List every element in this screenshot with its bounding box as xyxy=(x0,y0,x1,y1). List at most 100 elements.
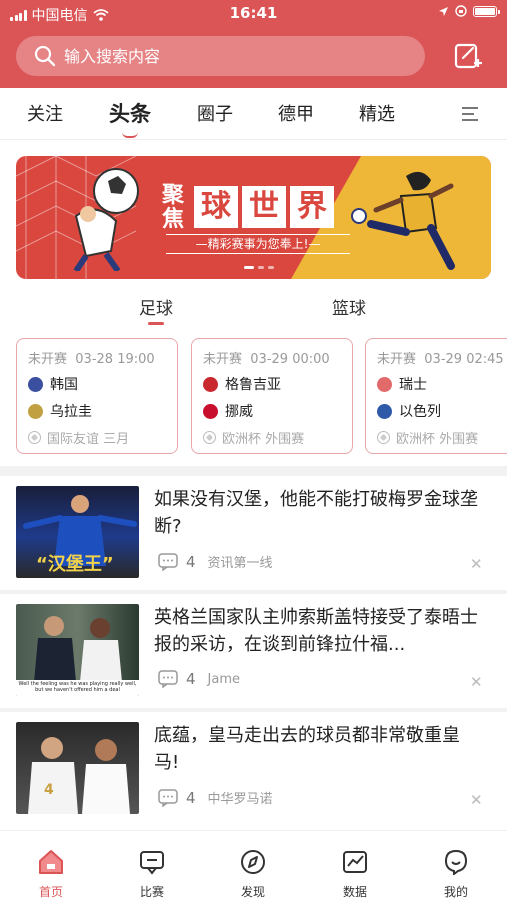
match-carousel[interactable]: 未开赛 03-28 19:00 韩国 乌拉圭 国际友谊 三月 未开赛 03-29… xyxy=(16,338,507,456)
active-tab-indicator xyxy=(148,322,164,325)
search-bar[interactable] xyxy=(16,36,425,76)
tabbar-label: 比赛 xyxy=(139,885,164,899)
news-headline: 如果没有汉堡，他能不能打破梅罗金球垄断? xyxy=(154,489,478,537)
category-tabs: 关注 头条 圈子 德甲 精选 xyxy=(0,88,507,140)
promo-banner[interactable]: 聚焦 球 世 界 —精彩赛事为您奉上!— xyxy=(16,156,491,279)
dismiss-icon[interactable]: ✕ xyxy=(470,673,483,691)
banner-title-char: 世 xyxy=(242,186,286,228)
football-icon xyxy=(203,431,216,444)
banner-pager xyxy=(244,266,274,269)
news-source: 资讯第一线 xyxy=(207,556,273,571)
profile-icon xyxy=(444,849,468,876)
match-time: 未开赛 03-28 19:00 xyxy=(28,352,155,367)
tab-label: 德甲 xyxy=(278,104,314,125)
tabbar-label: 首页 xyxy=(38,885,63,899)
tabbar-home[interactable]: 首页 xyxy=(21,849,81,900)
tabbar-match[interactable]: 比赛 xyxy=(122,849,182,900)
tab-featured[interactable]: 精选 xyxy=(359,100,395,126)
match-time: 未开赛 03-29 02:45 xyxy=(377,352,504,367)
banner-title-char: 界 xyxy=(290,186,334,228)
player-photo: “汉堡王” xyxy=(23,495,137,575)
banner-title: 球 世 界 xyxy=(194,186,334,228)
status-bar: 中国电信 16:41 xyxy=(0,0,507,28)
team-logo-icon xyxy=(28,403,43,419)
tabbar-label: 发现 xyxy=(240,885,265,899)
thumb-caption: Well the feeling was he was playing real… xyxy=(18,681,137,693)
news-headline: 底蕴，皇马走出去的球员都非常敬重皇马! xyxy=(154,725,460,773)
news-thumbnail: “汉堡王” xyxy=(16,486,139,578)
rotation-lock-icon xyxy=(455,5,467,17)
tab-basketball[interactable]: 篮球 xyxy=(332,294,366,319)
match-card[interactable]: 未开赛 03-29 00:00 格鲁吉亚 挪威 欧洲杯 外围赛 xyxy=(191,338,353,454)
team-logo-icon xyxy=(28,376,43,392)
away-team: 以色列 xyxy=(377,401,441,421)
news-thumbnail: 4 xyxy=(16,722,139,814)
status-time: 16:41 xyxy=(229,4,278,22)
news-meta: 4 中华罗马诺 xyxy=(158,788,273,807)
away-team: 乌拉圭 xyxy=(28,401,92,421)
match-time: 未开赛 03-29 00:00 xyxy=(203,352,330,367)
menu-icon[interactable] xyxy=(461,105,481,123)
news-source: Jame xyxy=(207,671,241,687)
banner-title-char: 球 xyxy=(194,186,238,228)
tab-bundesliga[interactable]: 德甲 xyxy=(278,100,314,126)
comment-count: 4 xyxy=(186,670,196,688)
comment-count: 4 xyxy=(186,788,196,807)
edit-post-icon[interactable] xyxy=(452,40,484,72)
team-logo-icon xyxy=(203,376,218,392)
news-thumbnail: Well the feeling was he was playing real… xyxy=(16,604,139,696)
tabbar-discover[interactable]: 发现 xyxy=(223,849,283,900)
tab-headlines[interactable]: 头条 xyxy=(109,98,151,138)
app-header: 中国电信 16:41 xyxy=(0,0,507,88)
bottom-tab-bar: 首页 比赛 发现 数据 我的 xyxy=(0,830,507,900)
svg-text:4: 4 xyxy=(44,782,54,798)
striker-illustration xyxy=(351,171,455,270)
tabbar-data[interactable]: 数据 xyxy=(325,849,385,900)
battery-icon xyxy=(473,5,500,17)
tab-follow[interactable]: 关注 xyxy=(27,100,63,126)
search-input[interactable] xyxy=(64,46,384,66)
tab-label: 圈子 xyxy=(197,104,233,125)
match-league: 欧洲杯 外围赛 xyxy=(377,428,478,447)
section-divider xyxy=(0,466,507,476)
tab-circle[interactable]: 圈子 xyxy=(197,100,233,126)
comment-icon xyxy=(158,788,178,807)
tab-label: 精选 xyxy=(359,104,395,125)
match-league: 欧洲杯 外围赛 xyxy=(203,428,304,447)
tabbar-label: 我的 xyxy=(443,885,468,899)
tab-label: 关注 xyxy=(27,104,63,125)
team-logo-icon xyxy=(203,403,218,419)
news-source: 中华罗马诺 xyxy=(207,792,273,807)
sport-tabs: 足球 篮球 xyxy=(0,290,507,330)
dismiss-icon[interactable]: ✕ xyxy=(470,555,483,573)
news-headline: 英格兰国家队主帅索斯盖特接受了泰晤士报的采访，在谈到前锋拉什福... xyxy=(154,607,478,655)
tab-football[interactable]: 足球 xyxy=(139,294,173,325)
home-icon xyxy=(39,850,63,874)
search-icon xyxy=(34,45,56,67)
news-item[interactable]: 4 底蕴，皇马走出去的球员都非常敬重皇马! 4 中华罗马诺 ✕ xyxy=(0,712,507,830)
team-logo-icon xyxy=(377,376,392,392)
match-card[interactable]: 未开赛 03-29 02:45 瑞士 以色列 欧洲杯 外围赛 xyxy=(365,338,507,454)
banner-side-text: 聚焦 xyxy=(162,183,185,232)
match-league: 国际友谊 三月 xyxy=(28,428,129,447)
data-icon xyxy=(343,851,367,873)
tab-label: 头条 xyxy=(109,102,151,126)
banner-subtitle: —精彩赛事为您奉上!— xyxy=(166,234,350,254)
discover-icon xyxy=(241,850,265,874)
news-item[interactable]: Well the feeling was he was playing real… xyxy=(0,594,507,712)
sport-tab-label: 篮球 xyxy=(332,299,366,319)
team-logo-icon xyxy=(377,403,392,419)
main-content: 聚焦 球 世 界 —精彩赛事为您奉上!— 足球 篮球 未开赛 03-28 19:… xyxy=(0,140,507,830)
thumb-caption: “汉堡王” xyxy=(36,553,114,575)
player-photo: 4 xyxy=(28,737,130,814)
match-card[interactable]: 未开赛 03-28 19:00 韩国 乌拉圭 国际友谊 三月 xyxy=(16,338,178,454)
tabbar-profile[interactable]: 我的 xyxy=(426,849,486,900)
match-icon xyxy=(140,851,164,875)
home-team: 韩国 xyxy=(28,374,78,394)
dismiss-icon[interactable]: ✕ xyxy=(470,791,483,809)
football-icon xyxy=(28,431,41,444)
goalkeeper-illustration xyxy=(73,168,139,271)
comment-count: 4 xyxy=(186,552,196,571)
location-icon xyxy=(439,6,448,16)
news-item[interactable]: “汉堡王” 如果没有汉堡，他能不能打破梅罗金球垄断? 4 资讯第一线 ✕ xyxy=(0,476,507,594)
